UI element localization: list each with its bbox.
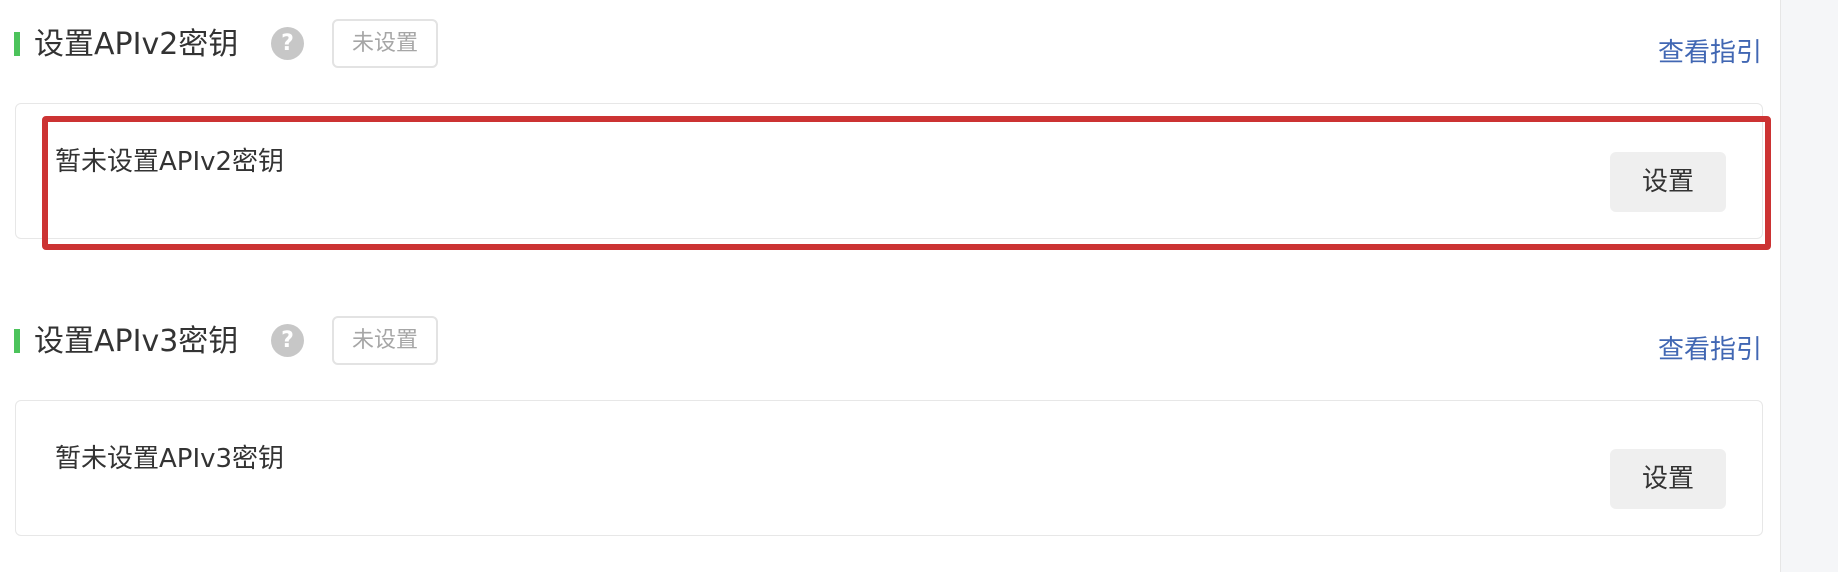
- question-mark-icon[interactable]: ?: [271, 324, 304, 357]
- apiv2-section-title: 设置APIv2密钥: [34, 27, 239, 62]
- apiv3-card-status-text: 暂未设置APIv3密钥: [55, 444, 285, 474]
- apiv2-section-header: 设置APIv2密钥 ? 未设置 查看指引: [14, 13, 1784, 73]
- apiv3-key-card: 暂未设置APIv3密钥 设置: [15, 400, 1763, 536]
- apiv2-status-badge: 未设置: [332, 19, 438, 68]
- apiv3-section-header: 设置APIv3密钥 ? 未设置 查看指引: [14, 310, 1784, 370]
- apiv2-set-button[interactable]: 设置: [1610, 152, 1726, 212]
- apiv3-section-title: 设置APIv3密钥: [34, 324, 239, 359]
- apiv3-set-button[interactable]: 设置: [1610, 449, 1726, 509]
- apiv2-view-guide-link[interactable]: 查看指引: [1658, 37, 1762, 69]
- question-mark-icon[interactable]: ?: [271, 27, 304, 60]
- apiv2-key-card: 暂未设置APIv2密钥 设置: [15, 103, 1763, 239]
- section-accent-bar: [14, 32, 20, 56]
- right-edge-panel: [1780, 0, 1838, 572]
- apiv3-status-badge: 未设置: [332, 316, 438, 365]
- section-accent-bar: [14, 329, 20, 353]
- apiv2-card-status-text: 暂未设置APIv2密钥: [55, 147, 285, 177]
- apiv3-view-guide-link[interactable]: 查看指引: [1658, 334, 1762, 366]
